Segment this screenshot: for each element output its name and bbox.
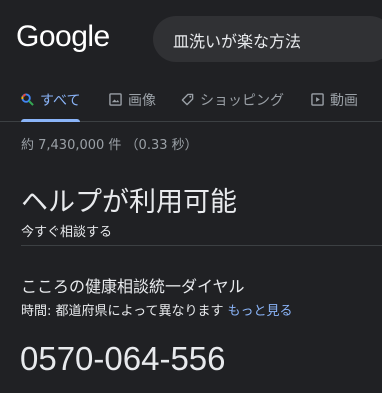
search-icon: [21, 93, 34, 106]
tab-videos[interactable]: 動画: [311, 90, 358, 122]
search-box[interactable]: 皿洗いが楽な方法: [153, 16, 382, 62]
play-icon: [311, 93, 324, 106]
tab-shopping[interactable]: ショッピング: [181, 90, 284, 122]
help-card-subtitle: 今すぐ相談する: [21, 225, 113, 240]
tab-all-label: すべて: [40, 93, 81, 109]
results-stats: 約 7,430,000 件 （0.33 秒）: [21, 138, 198, 153]
hours-label: 時間: 都道府県によって異なります: [21, 304, 224, 319]
tab-images[interactable]: 画像: [109, 90, 156, 122]
divider: [21, 245, 382, 246]
tab-videos-label: 動画: [330, 93, 358, 109]
hotline-hours: 時間: 都道府県によって異なります もっと見る: [21, 300, 293, 319]
help-card-title: ヘルプが利用可能: [21, 187, 237, 218]
google-logo[interactable]: Google: [16, 20, 110, 54]
tab-shopping-label: ショッピング: [200, 93, 284, 109]
tab-all[interactable]: すべて: [21, 90, 81, 122]
search-tabs: すべて 画像 ショッピング 動画: [0, 86, 382, 122]
image-icon: [109, 93, 122, 106]
tag-icon: [181, 93, 194, 106]
hotline-name: こころの健康相談統一ダイヤル: [21, 277, 245, 296]
hotline-phone[interactable]: 0570-064-556: [20, 340, 226, 378]
active-tab-indicator: [21, 119, 81, 122]
tab-images-label: 画像: [128, 93, 156, 109]
more-link[interactable]: もっと見る: [227, 304, 292, 319]
search-input[interactable]: 皿洗いが楽な方法: [173, 28, 301, 52]
header: Google 皿洗いが楽な方法: [0, 0, 382, 80]
